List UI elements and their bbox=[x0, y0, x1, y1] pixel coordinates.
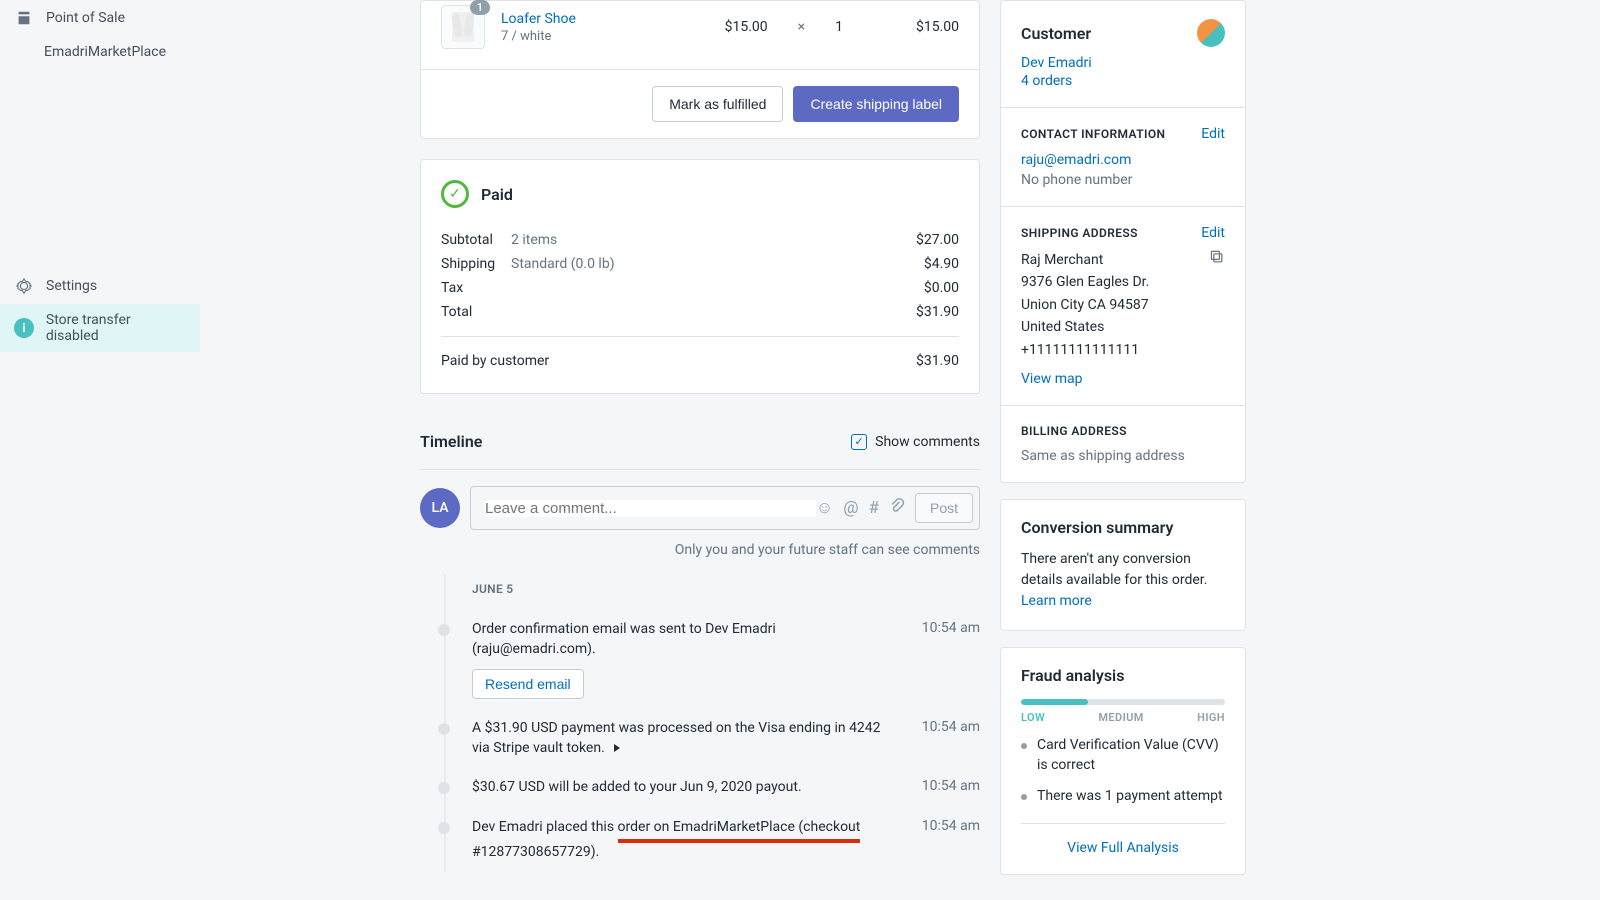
product-thumbnail[interactable]: 1 bbox=[441, 5, 485, 49]
fraud-medium-label: MEDIUM bbox=[1098, 711, 1143, 724]
bullet-icon bbox=[1021, 794, 1027, 800]
tax-row: Tax $0.00 bbox=[441, 276, 959, 300]
line-total: $15.00 bbox=[899, 19, 959, 35]
shipping-address-heading: SHIPPING ADDRESS bbox=[1021, 226, 1138, 240]
fraud-detail-item: Card Verification Value (CVV) is correct bbox=[1021, 736, 1225, 775]
fraud-title: Fraud analysis bbox=[1021, 666, 1225, 685]
sidebar-item-settings[interactable]: Settings bbox=[0, 268, 200, 304]
bullet-icon bbox=[1021, 743, 1027, 749]
fraud-high-label: HIGH bbox=[1197, 711, 1225, 724]
emoji-icon[interactable]: ☺ bbox=[816, 498, 833, 519]
subtotal-row: Subtotal 2 items $27.00 bbox=[441, 228, 959, 252]
timeline-dot-icon bbox=[438, 723, 450, 735]
info-icon: i bbox=[14, 318, 34, 338]
no-phone-text: No phone number bbox=[1021, 172, 1225, 188]
product-variant: 7 / white bbox=[501, 29, 709, 44]
customer-title: Customer bbox=[1021, 24, 1091, 43]
customer-avatar-icon[interactable] bbox=[1197, 19, 1225, 47]
create-shipping-label-button[interactable]: Create shipping label bbox=[793, 86, 959, 122]
shipping-row: Shipping Standard (0.0 lb) $4.90 bbox=[441, 252, 959, 276]
contact-info-heading: CONTACT INFORMATION bbox=[1021, 127, 1165, 141]
pos-icon bbox=[14, 8, 34, 28]
fraud-low-label: LOW bbox=[1021, 711, 1045, 724]
line-qty: 1 bbox=[835, 19, 843, 35]
view-map-link[interactable]: View map bbox=[1021, 371, 1225, 387]
fraud-meter bbox=[1021, 699, 1225, 705]
resend-email-button[interactable]: Resend email bbox=[472, 669, 584, 699]
billing-same-text: Same as shipping address bbox=[1021, 448, 1225, 464]
timeline-item: Dev Emadri placed this order on EmadriMa… bbox=[438, 808, 980, 872]
comment-input[interactable] bbox=[485, 500, 816, 517]
timeline-time: 10:54 am bbox=[922, 719, 980, 758]
learn-more-link[interactable]: Learn more bbox=[1021, 593, 1092, 609]
paid-card: ✓ Paid Subtotal 2 items $27.00 Shipping … bbox=[420, 159, 980, 394]
timeline-time: 10:54 am bbox=[922, 620, 980, 699]
user-avatar: LA bbox=[420, 488, 460, 528]
customer-email-link[interactable]: raju@emadri.com bbox=[1021, 152, 1225, 168]
customer-name-link[interactable]: Dev Emadri bbox=[1021, 55, 1225, 71]
sidebar-item-label: EmadriMarketPlace bbox=[44, 44, 166, 60]
comment-input-container: ☺ @ # Post bbox=[470, 486, 980, 530]
paid-by-customer-row: Paid by customer $31.90 bbox=[441, 349, 959, 373]
timeline-time: 10:54 am bbox=[922, 778, 980, 798]
sidebar-item-label: Store transfer disabled bbox=[46, 312, 186, 344]
gear-icon bbox=[14, 276, 34, 296]
hashtag-icon[interactable]: # bbox=[869, 498, 879, 519]
timeline-title: Timeline bbox=[420, 432, 482, 451]
timeline-item[interactable]: A $31.90 USD payment was processed on th… bbox=[438, 709, 980, 768]
paid-title: Paid bbox=[481, 185, 513, 204]
checkbox-icon: ✓ bbox=[851, 434, 867, 450]
shipping-address: Raj Merchant 9376 Glen Eagles Dr. Union … bbox=[1021, 249, 1149, 361]
mark-fulfilled-button[interactable]: Mark as fulfilled bbox=[652, 86, 783, 122]
timeline-dot-icon bbox=[438, 782, 450, 794]
multiply-sign: × bbox=[798, 19, 805, 35]
timeline-item: Order confirmation email was sent to Dev… bbox=[438, 610, 980, 709]
view-full-analysis-link[interactable]: View Full Analysis bbox=[1021, 823, 1225, 856]
sidebar-item-transfer[interactable]: i Store transfer disabled bbox=[0, 304, 200, 352]
timeline-dot-icon bbox=[438, 624, 450, 636]
sidebar-item-label: Settings bbox=[46, 278, 97, 294]
customer-orders-link[interactable]: 4 orders bbox=[1021, 73, 1225, 89]
conversion-title: Conversion summary bbox=[1021, 518, 1225, 537]
conversion-card: Conversion summary There aren't any conv… bbox=[1000, 499, 1246, 631]
line-item: 1 Loafer Shoe 7 / white $15.00 × 1 $15.0… bbox=[421, 1, 979, 69]
edit-contact-button[interactable]: Edit bbox=[1201, 126, 1225, 142]
timeline-item: $30.67 USD will be added to your Jun 9, … bbox=[438, 768, 980, 808]
customer-card: Customer Dev Emadri 4 orders CONTACT INF… bbox=[1000, 0, 1246, 483]
timeline-time: 10:54 am bbox=[922, 818, 980, 862]
fraud-detail-item: There was 1 payment attempt bbox=[1021, 787, 1225, 807]
timeline-dot-icon bbox=[438, 822, 450, 834]
qty-badge: 1 bbox=[470, 0, 490, 15]
mention-icon[interactable]: @ bbox=[843, 498, 858, 519]
sidebar: Point of Sale EmadriMarketPlace Settings… bbox=[0, 0, 200, 900]
total-row: Total $31.90 bbox=[441, 300, 959, 324]
comment-visibility-note: Only you and your future staff can see c… bbox=[420, 538, 980, 574]
timeline-date: JUNE 5 bbox=[438, 574, 980, 610]
sidebar-item-label: Point of Sale bbox=[46, 10, 125, 26]
check-circle-icon: ✓ bbox=[441, 180, 469, 208]
billing-address-heading: BILLING ADDRESS bbox=[1021, 424, 1225, 438]
fulfillment-card: 1 Loafer Shoe 7 / white $15.00 × 1 $15.0… bbox=[420, 0, 980, 139]
product-title-link[interactable]: Loafer Shoe bbox=[501, 11, 709, 27]
sidebar-item-marketplace[interactable]: EmadriMarketPlace bbox=[0, 36, 200, 68]
sidebar-item-pos[interactable]: Point of Sale bbox=[0, 0, 200, 36]
caret-right-icon bbox=[614, 744, 620, 752]
items-link[interactable]: 2 items bbox=[511, 232, 916, 248]
unit-price: $15.00 bbox=[725, 19, 768, 35]
timeline: Timeline ✓ Show comments LA ☺ @ # bbox=[420, 414, 980, 872]
edit-shipping-button[interactable]: Edit bbox=[1201, 225, 1225, 241]
attachment-icon[interactable] bbox=[889, 498, 905, 519]
fraud-card: Fraud analysis LOW MEDIUM HIGH Card Veri… bbox=[1000, 647, 1246, 875]
post-button[interactable]: Post bbox=[915, 493, 973, 523]
copy-icon[interactable] bbox=[1209, 249, 1225, 269]
show-comments-toggle[interactable]: ✓ Show comments bbox=[851, 434, 980, 450]
